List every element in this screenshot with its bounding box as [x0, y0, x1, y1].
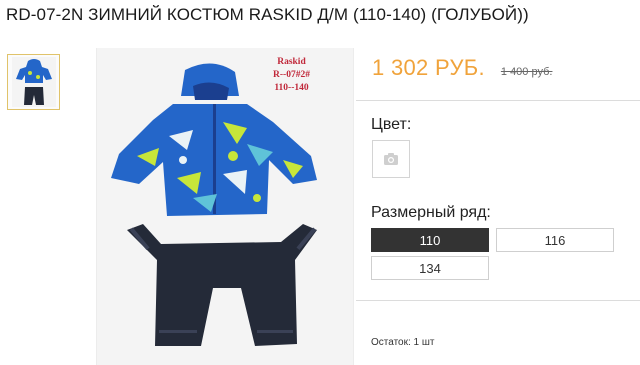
thumbnail-image [11, 57, 56, 107]
divider [356, 300, 640, 301]
size-tag-label: Raskid R--07#2# 110--140 [273, 56, 310, 95]
size-option-116[interactable]: 116 [496, 228, 614, 252]
tag-article: R--07#2# [273, 70, 310, 80]
size-option-110[interactable]: 110 [371, 228, 489, 252]
divider [356, 100, 640, 101]
product-thumbnail[interactable] [7, 54, 60, 110]
size-range-label: Размерный ряд: [371, 204, 491, 221]
old-price: 1 400 руб. [500, 66, 553, 78]
tag-brand: Raskid [277, 57, 306, 67]
color-label: Цвет: [371, 116, 412, 133]
stock-status: Остаток: 1 шт [371, 337, 435, 348]
size-option-134[interactable]: 134 [371, 256, 489, 280]
price-block: 1 302 РУБ. 1 400 руб. [372, 55, 552, 81]
product-title: RD-07-2N ЗИМНИЙ КОСТЮМ RASKID Д/М (110-1… [6, 5, 529, 24]
camera-placeholder-icon [384, 153, 398, 165]
product-main-image[interactable]: Raskid R--07#2# 110--140 [96, 48, 354, 365]
tag-sizes: 110--140 [274, 83, 309, 93]
snowsuit-illustration [97, 48, 353, 365]
current-price: 1 302 РУБ. [372, 55, 485, 80]
color-swatch[interactable] [372, 140, 410, 178]
